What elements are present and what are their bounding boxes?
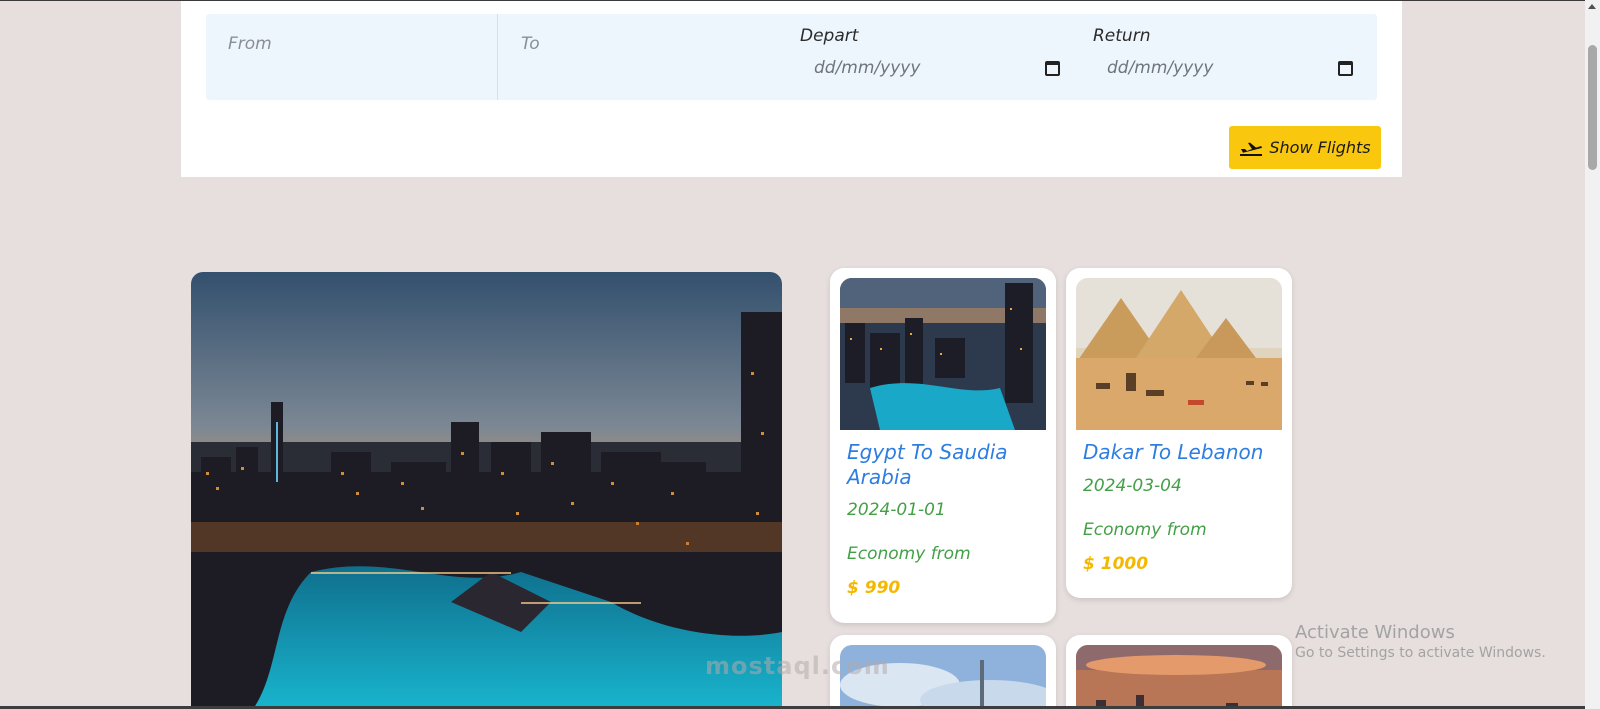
card-price: $ 990 — [847, 578, 901, 598]
to-placeholder: To — [521, 34, 540, 54]
card-date: 2024-03-04 — [1083, 476, 1182, 496]
flight-card[interactable] — [1066, 635, 1292, 709]
calendar-icon[interactable] — [1045, 61, 1060, 76]
card-image-pyramids — [1076, 278, 1282, 430]
scroll-up-arrow-icon[interactable] — [1588, 4, 1596, 9]
plane-departure-icon — [1239, 140, 1263, 156]
windows-activation-watermark: Activate Windows Go to Settings to activ… — [1295, 622, 1546, 661]
windows-watermark-title: Activate Windows — [1295, 622, 1455, 643]
from-placeholder: From — [228, 34, 272, 54]
calendar-icon[interactable] — [1338, 61, 1353, 76]
show-flights-button[interactable]: Show Flights — [1229, 126, 1381, 169]
card-date: 2024-01-01 — [847, 500, 946, 520]
flight-card[interactable]: Egypt To Saudia Arabia 2024-01-01 Econom… — [830, 268, 1056, 623]
depart-label: Depart — [800, 26, 859, 46]
depart-date-input[interactable]: dd/mm/yyyy — [814, 58, 920, 78]
card-price: $ 1000 — [1083, 554, 1149, 574]
flight-card[interactable]: Dakar To Lebanon 2024-03-04 Economy from… — [1066, 268, 1292, 598]
card-economy-label: Economy from — [847, 544, 971, 564]
card-route-title[interactable]: Egypt To Saudia Arabia — [847, 440, 1042, 490]
windows-watermark-subtitle: Go to Settings to activate Windows. — [1295, 645, 1546, 661]
return-label: Return — [1093, 26, 1151, 46]
vertical-scrollbar[interactable] — [1585, 0, 1600, 709]
site-watermark: mostaql.com — [705, 652, 890, 680]
card-economy-label: Economy from — [1083, 520, 1207, 540]
card-image-sunset-city — [1076, 645, 1282, 709]
depart-date-group: Depart dd/mm/yyyy — [800, 14, 1070, 100]
search-bar: From To Depart dd/mm/yyyy Return dd/mm/y… — [206, 14, 1377, 100]
scrollbar-thumb[interactable] — [1588, 45, 1597, 170]
return-date-group: Return dd/mm/yyyy — [1093, 14, 1363, 100]
return-date-input[interactable]: dd/mm/yyyy — [1107, 58, 1213, 78]
card-image-dubai-marina — [840, 278, 1046, 430]
card-route-title[interactable]: Dakar To Lebanon — [1083, 440, 1278, 465]
flight-search-panel: From To Depart dd/mm/yyyy Return dd/mm/y… — [181, 1, 1402, 177]
show-flights-label: Show Flights — [1269, 138, 1371, 157]
to-field[interactable]: To — [499, 14, 789, 100]
hero-city-image — [191, 272, 782, 709]
from-field[interactable]: From — [206, 14, 498, 100]
